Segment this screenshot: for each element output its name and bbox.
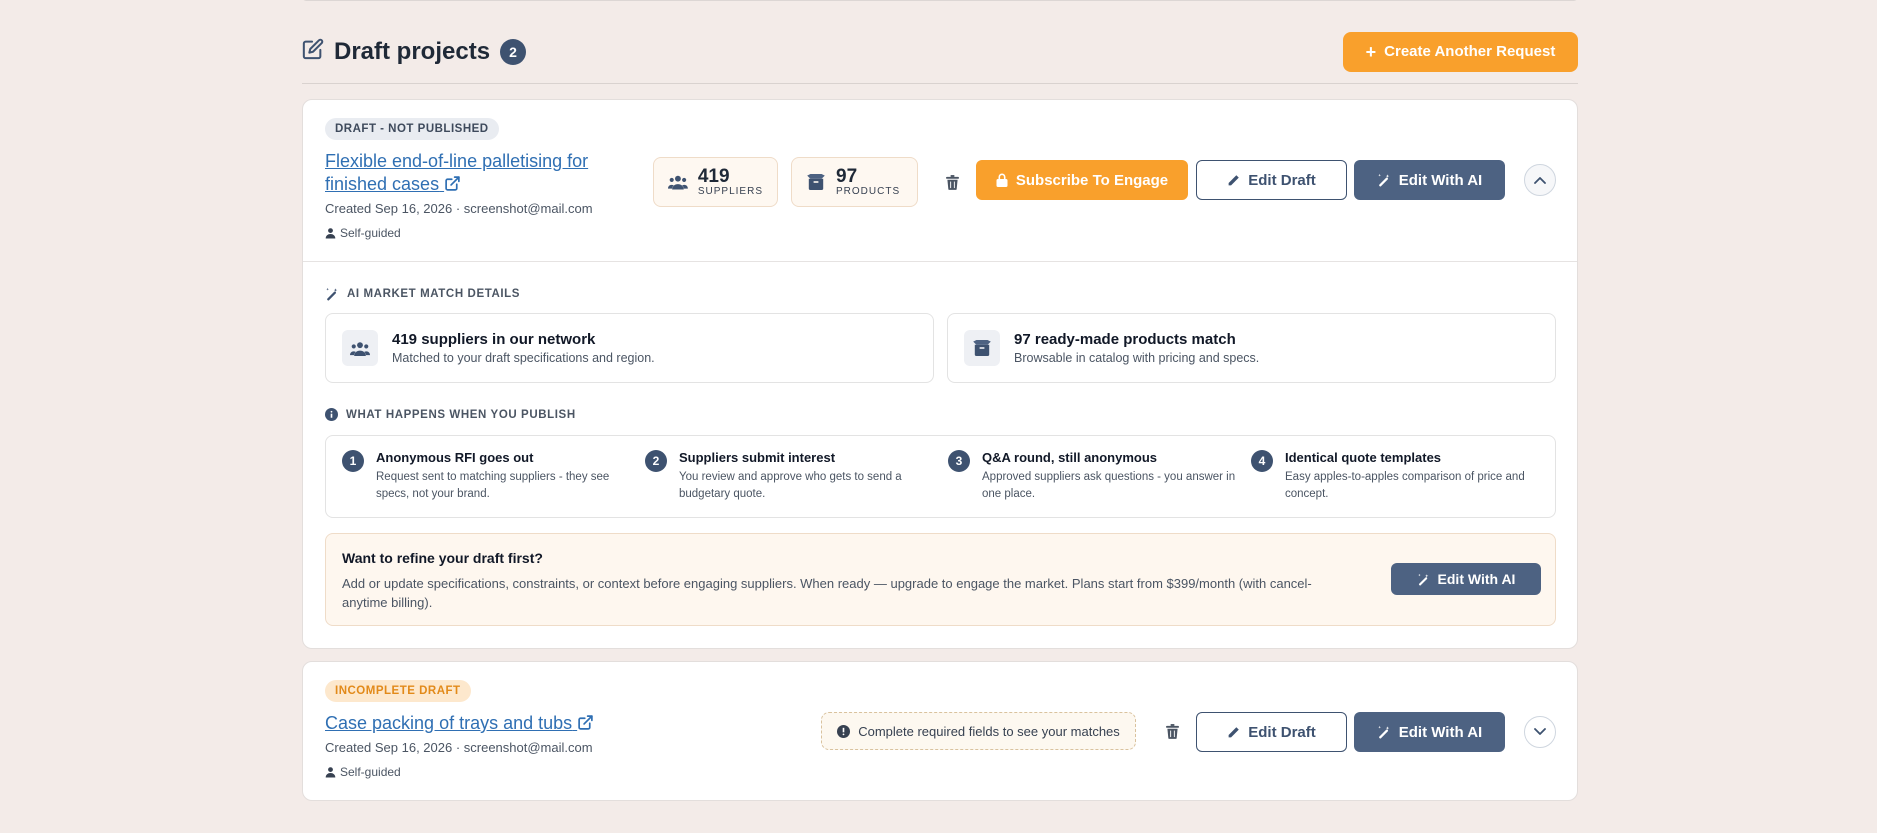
draft-count-badge: 2 [500, 38, 527, 65]
status-badge: INCOMPLETE DRAFT [325, 680, 471, 702]
project-card-2: INCOMPLETE DRAFT Case packing of trays a… [302, 661, 1578, 801]
edit-draft-button[interactable]: Edit Draft [1196, 160, 1347, 200]
refine-panel: Want to refine your draft first? Add or … [325, 533, 1556, 626]
created-meta: Created Sep 16, 2026 · screenshot@mail.c… [325, 201, 593, 216]
subscribe-to-engage-button[interactable]: Subscribe To Engage [976, 160, 1188, 200]
user-icon [325, 767, 336, 778]
trash-icon [1165, 723, 1179, 739]
plus-icon: + [1365, 41, 1377, 62]
magic-wand-icon [1378, 173, 1390, 187]
trash-icon [945, 174, 959, 190]
refine-edit-with-ai-button[interactable]: Edit With AI [1391, 563, 1541, 595]
expand-toggle-button[interactable] [1524, 716, 1556, 748]
created-meta: Created Sep 16, 2026 · screenshot@mail.c… [325, 740, 593, 755]
suppliers-stat: 419 SUPPLIERS [653, 157, 778, 207]
card-divider [303, 261, 1577, 262]
users-icon [342, 330, 378, 366]
alert-icon [837, 724, 851, 738]
section-header: Draft projects 2 + Create Another Reques… [302, 30, 1578, 84]
lock-icon [996, 173, 1008, 187]
status-badge: DRAFT - NOT PUBLISHED [325, 118, 499, 140]
collapse-toggle-button[interactable] [1524, 164, 1556, 196]
page-title: Draft projects [334, 37, 491, 65]
user-icon [325, 228, 336, 239]
products-stat: 97 PRODUCTS [791, 157, 918, 207]
external-link-icon [444, 174, 461, 194]
publish-steps: 1 Anonymous RFI goes out Request sent to… [325, 435, 1556, 518]
edit-icon [302, 38, 324, 65]
edit-with-ai-button[interactable]: Edit With AI [1354, 712, 1505, 752]
project-title-link[interactable]: Flexible end-of-line palletising for fin… [325, 150, 635, 196]
products-match-card: 97 ready-made products match Browsable i… [947, 313, 1556, 383]
users-icon [668, 175, 688, 190]
pencil-icon [1228, 726, 1240, 737]
chevron-down-icon [1534, 728, 1546, 735]
publish-heading: WHAT HAPPENS WHEN YOU PUBLISH [325, 408, 576, 421]
incomplete-notice: Complete required fields to see your mat… [821, 712, 1136, 750]
suppliers-match-card: 419 suppliers in our network Matched to … [325, 313, 934, 383]
edit-with-ai-button[interactable]: Edit With AI [1354, 160, 1505, 200]
magic-wand-icon [326, 287, 338, 301]
external-link-icon [577, 713, 594, 733]
previous-card-edge [302, 0, 1578, 1]
mode-label: Self-guided [325, 765, 401, 779]
market-match-heading: AI MARKET MATCH DETAILS [325, 287, 520, 301]
mode-label: Self-guided [325, 226, 401, 240]
project-title-link[interactable]: Case packing of trays and tubs [325, 712, 594, 735]
refine-title: Want to refine your draft first? [342, 550, 543, 566]
refine-description: Add or update specifications, constraint… [342, 576, 1312, 610]
box-icon [964, 330, 1000, 366]
chevron-up-icon [1534, 177, 1546, 184]
magic-wand-icon [1378, 725, 1390, 739]
box-icon [807, 174, 825, 190]
delete-button[interactable] [1160, 719, 1184, 743]
project-card-1: DRAFT - NOT PUBLISHED Flexible end-of-li… [302, 99, 1578, 649]
create-another-request-button[interactable]: + Create Another Request [1343, 31, 1578, 72]
edit-draft-button[interactable]: Edit Draft [1196, 712, 1347, 752]
delete-button[interactable] [940, 170, 964, 194]
magic-wand-icon [1417, 573, 1428, 586]
pencil-icon [1228, 174, 1240, 185]
info-icon [325, 408, 338, 421]
